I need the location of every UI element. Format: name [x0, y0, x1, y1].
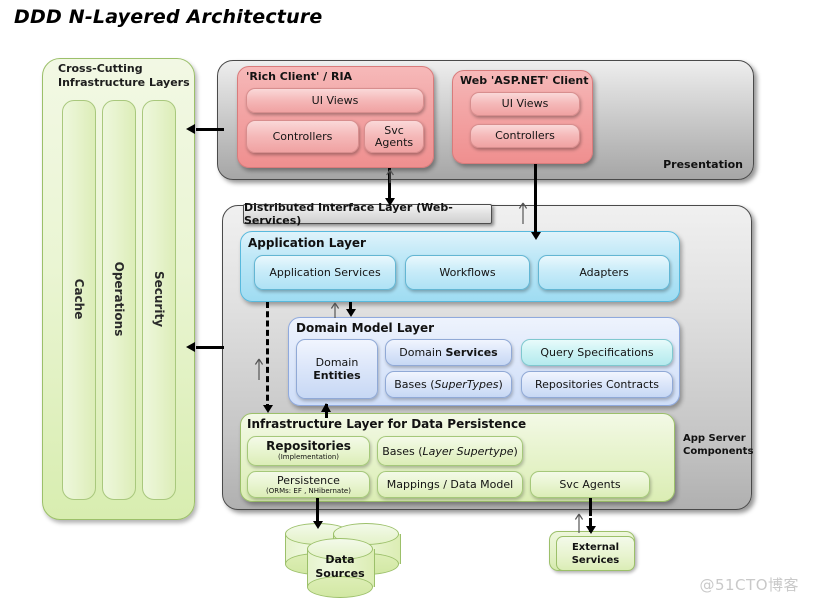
infrastructure-bases-italic: Layer Supertype: [422, 444, 514, 458]
infrastructure-svc-agents-box[interactable]: Svc Agents: [530, 471, 650, 498]
rich-client-title: 'Rich Client' / RIA: [246, 70, 353, 83]
cross-cutting-title-line1: Cross-Cutting: [58, 62, 143, 75]
connector-infra-to-datasources-arrow: [313, 521, 323, 529]
rich-client-svc-agents-box[interactable]: Svc Agents: [364, 120, 424, 153]
domain-services-box[interactable]: Domain Services: [385, 339, 512, 366]
data-sources-line1: Data: [325, 553, 355, 566]
persistence-orms-box[interactable]: Persistence (ORMs: EF , NHibernate): [247, 471, 370, 498]
persistence-title: Persistence: [277, 473, 340, 487]
arrow-up-icon: [574, 513, 584, 533]
domain-services-prefix: Domain: [399, 346, 446, 359]
repositories-sub: (Implementation): [277, 453, 340, 461]
domain-entities-label: Domain Entities: [313, 356, 360, 382]
watermark: @51CTO博客: [699, 576, 799, 594]
cross-cutting-title: Cross-Cutting Infrastructure Layers: [58, 62, 198, 90]
domain-bases-prefix: Bases (: [394, 378, 435, 391]
arrow-up-icon: [386, 169, 394, 183]
presentation-layer-label: Presentation: [663, 158, 743, 171]
persistence-sub: (ORMs: EF , NHibernate): [266, 486, 351, 495]
connector-web-client-down-arrow: [531, 232, 541, 240]
rich-client-svc-agents-label: Svc Agents: [374, 123, 414, 149]
cross-cutting-column-operations[interactable]: Operations: [102, 100, 136, 500]
connector-app-to-infra-dashed-line: [266, 302, 269, 410]
workflows-box[interactable]: Workflows: [405, 255, 530, 290]
connector-domain-up-tick: [330, 302, 340, 318]
infrastructure-bases-layer-supertype-box[interactable]: Bases (Layer Supertype): [377, 436, 523, 466]
domain-bases-tail: ): [498, 378, 503, 391]
cross-cutting-column-security[interactable]: Security: [142, 100, 176, 500]
cross-cutting-title-line2: Infrastructure Layers: [58, 76, 190, 89]
app-server-label-line1: App Server: [683, 433, 746, 444]
cross-cutting-column-operations-label: Operations: [112, 261, 126, 337]
arrow-up-icon: [254, 358, 264, 380]
arrow-up-icon: [321, 403, 331, 412]
connector-svcagents-to-external-arrow: [586, 526, 596, 534]
cross-cutting-column-security-label: Security: [152, 270, 166, 328]
connector-appserver-to-crosscut-line: [196, 346, 224, 349]
domain-services-label: Domain Services: [399, 346, 497, 359]
domain-entities-line1: Domain: [315, 356, 359, 369]
page-title: DDD N-Layered Architecture: [14, 6, 323, 28]
infrastructure-bases-label: Bases (Layer Supertype): [382, 445, 518, 458]
app-server-components-label: App Server Components: [683, 432, 763, 458]
application-layer-title: Application Layer: [248, 236, 366, 250]
domain-entities-line2: Entities: [313, 369, 361, 382]
web-client-title: Web 'ASP.NET' Client: [460, 74, 589, 87]
connector-presentation-to-crosscut-line: [196, 128, 224, 131]
data-sources-line2: Sources: [315, 567, 365, 580]
cross-cutting-column-cache-label: Cache: [72, 278, 86, 320]
connector-web-client-up-tick: [518, 202, 528, 224]
repositories-contracts-box[interactable]: Repositories Contracts: [521, 371, 673, 398]
distributed-interface-layer-tab[interactable]: Distributed Interface Layer (Web-Service…: [243, 201, 492, 227]
connector-web-client-down-line: [534, 164, 537, 237]
arrow-up-icon: [518, 202, 528, 224]
rich-client-ui-views-box[interactable]: UI Views: [246, 88, 424, 113]
domain-bases-supertypes-box[interactable]: Bases (SuperTypes): [385, 371, 512, 398]
app-server-label-line2: Components: [683, 446, 754, 457]
domain-entities-box[interactable]: Domain Entities: [296, 339, 378, 399]
rich-client-controllers-box[interactable]: Controllers: [246, 120, 359, 153]
repositories-title: Repositories: [266, 439, 351, 453]
connector-domain-down-arrow: [346, 309, 356, 317]
query-specifications-box[interactable]: Query Specifications: [521, 339, 673, 366]
domain-services-suffix: Services: [445, 346, 498, 359]
infrastructure-bases-tail: ): [513, 444, 518, 458]
adapters-box[interactable]: Adapters: [538, 255, 670, 290]
web-client-ui-views-box[interactable]: UI Views: [470, 92, 580, 116]
connector-app-to-infra-up-tick: [254, 358, 264, 380]
domain-model-layer-title: Domain Model Layer: [296, 321, 435, 335]
data-sources-label: Data Sources: [307, 553, 373, 581]
infrastructure-bases-prefix: Bases (: [382, 444, 423, 458]
external-services-label: External Services: [572, 541, 620, 567]
connector-app-to-infra-arrow: [263, 405, 273, 413]
cross-cutting-column-cache[interactable]: Cache: [62, 100, 96, 500]
mappings-data-model-box[interactable]: Mappings / Data Model: [377, 471, 523, 498]
connector-svcagents-to-external-line: [589, 498, 592, 516]
repositories-implementation-box[interactable]: Repositories (Implementation): [247, 436, 370, 466]
external-services-box[interactable]: External Services: [556, 536, 635, 571]
connector-rich-client-up-tick: [386, 168, 394, 183]
connector-rich-client-down-arrow: [385, 198, 395, 206]
external-services-line2: Services: [571, 554, 620, 566]
application-services-box[interactable]: Application Services: [254, 255, 396, 290]
connector-external-up-tick: [574, 513, 584, 533]
connector-appserver-to-crosscut-arrow: [186, 342, 195, 352]
domain-bases-label: Bases (SuperTypes): [394, 378, 503, 391]
web-client-controllers-box[interactable]: Controllers: [470, 124, 580, 148]
domain-bases-italic: SuperTypes: [434, 378, 499, 391]
connector-infra-to-domain-arrow: [320, 398, 332, 412]
arrow-up-icon: [330, 302, 340, 318]
infrastructure-layer-title: Infrastructure Layer for Data Persistenc…: [247, 417, 527, 431]
external-services-line1: External: [571, 541, 620, 553]
connector-presentation-to-crosscut-arrow: [186, 124, 195, 134]
